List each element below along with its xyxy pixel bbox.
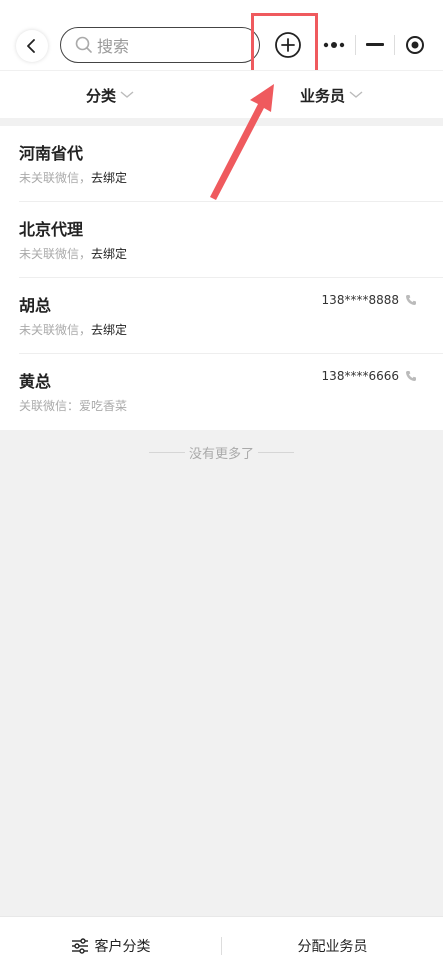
customer-name: 北京代理 — [19, 220, 84, 239]
bind-link[interactable]: 去绑定 — [91, 171, 127, 185]
minus-icon — [365, 43, 384, 46]
bind-link[interactable]: 去绑定 — [91, 247, 127, 261]
wechat-status: 关联微信：爱吃香菜 — [19, 397, 127, 414]
filter-bar: 分类 业务员 — [0, 70, 443, 118]
customer-row[interactable]: 黄总 关联微信：爱吃香菜 138****6666 — [19, 354, 443, 430]
wechat-status-text: 未关联微信， — [19, 323, 92, 337]
phone-call[interactable]: 138****6666 — [322, 369, 417, 383]
search-icon — [75, 36, 92, 53]
top-bar: 搜索 — [0, 0, 443, 70]
divider-line — [258, 451, 294, 453]
customer-name: 黄总 — [19, 372, 52, 391]
mini-program-capsule — [316, 28, 434, 62]
customer-name: 胡总 — [19, 296, 52, 315]
divider-line — [148, 451, 185, 453]
target-close-icon — [405, 36, 424, 54]
chevron-left-icon — [27, 39, 35, 53]
minimize-button[interactable] — [356, 28, 395, 62]
customer-category-button[interactable]: 客户分类 — [0, 917, 221, 975]
phone-number: 138****6666 — [321, 369, 399, 383]
wechat-status: 未关联微信，去绑定 — [19, 245, 127, 262]
phone-icon — [406, 371, 416, 381]
phone-number: 138****8888 — [321, 293, 399, 307]
category-filter[interactable]: 分类 — [86, 71, 134, 119]
customer-category-label: 客户分类 — [94, 939, 151, 955]
salesperson-filter[interactable]: 业务员 — [300, 71, 363, 119]
no-more-text: 没有更多了 — [188, 446, 254, 462]
more-dots-icon — [324, 42, 345, 48]
customer-list: 河南省代 未关联微信，去绑定 北京代理 未关联微信，去绑定 胡总 未关联微信，去… — [0, 126, 443, 430]
back-button[interactable] — [16, 30, 48, 62]
more-button[interactable] — [316, 28, 355, 62]
category-filter-label: 分类 — [86, 86, 117, 105]
search-input[interactable]: 搜索 — [60, 27, 260, 63]
customer-name: 河南省代 — [19, 144, 84, 163]
no-more-indicator: 没有更多了 — [0, 442, 443, 462]
assign-salesperson-button[interactable]: 分配业务员 — [222, 917, 443, 975]
close-button[interactable] — [395, 28, 434, 62]
chevron-down-icon — [349, 91, 363, 98]
wechat-status: 未关联微信，去绑定 — [19, 169, 127, 186]
wechat-status-text: 未关联微信， — [19, 247, 92, 261]
wechat-status-text: 关联微信：爱吃香菜 — [19, 399, 128, 413]
bottom-action-bar: 客户分类 分配业务员 — [0, 916, 443, 975]
sliders-icon — [71, 938, 88, 954]
chevron-down-icon — [120, 91, 134, 98]
wechat-status: 未关联微信，去绑定 — [19, 321, 127, 338]
phone-call[interactable]: 138****8888 — [322, 293, 417, 307]
wechat-status-text: 未关联微信， — [19, 171, 92, 185]
customer-row[interactable]: 河南省代 未关联微信，去绑定 — [19, 126, 443, 202]
customer-row[interactable]: 胡总 未关联微信，去绑定 138****8888 — [19, 278, 443, 354]
search-placeholder: 搜索 — [97, 37, 130, 56]
bind-link[interactable]: 去绑定 — [91, 323, 127, 337]
customer-row[interactable]: 北京代理 未关联微信，去绑定 — [19, 202, 443, 278]
highlight-annotation-box — [251, 13, 318, 76]
salesperson-filter-label: 业务员 — [300, 86, 346, 105]
phone-icon — [406, 295, 416, 305]
assign-salesperson-label: 分配业务员 — [297, 939, 368, 955]
